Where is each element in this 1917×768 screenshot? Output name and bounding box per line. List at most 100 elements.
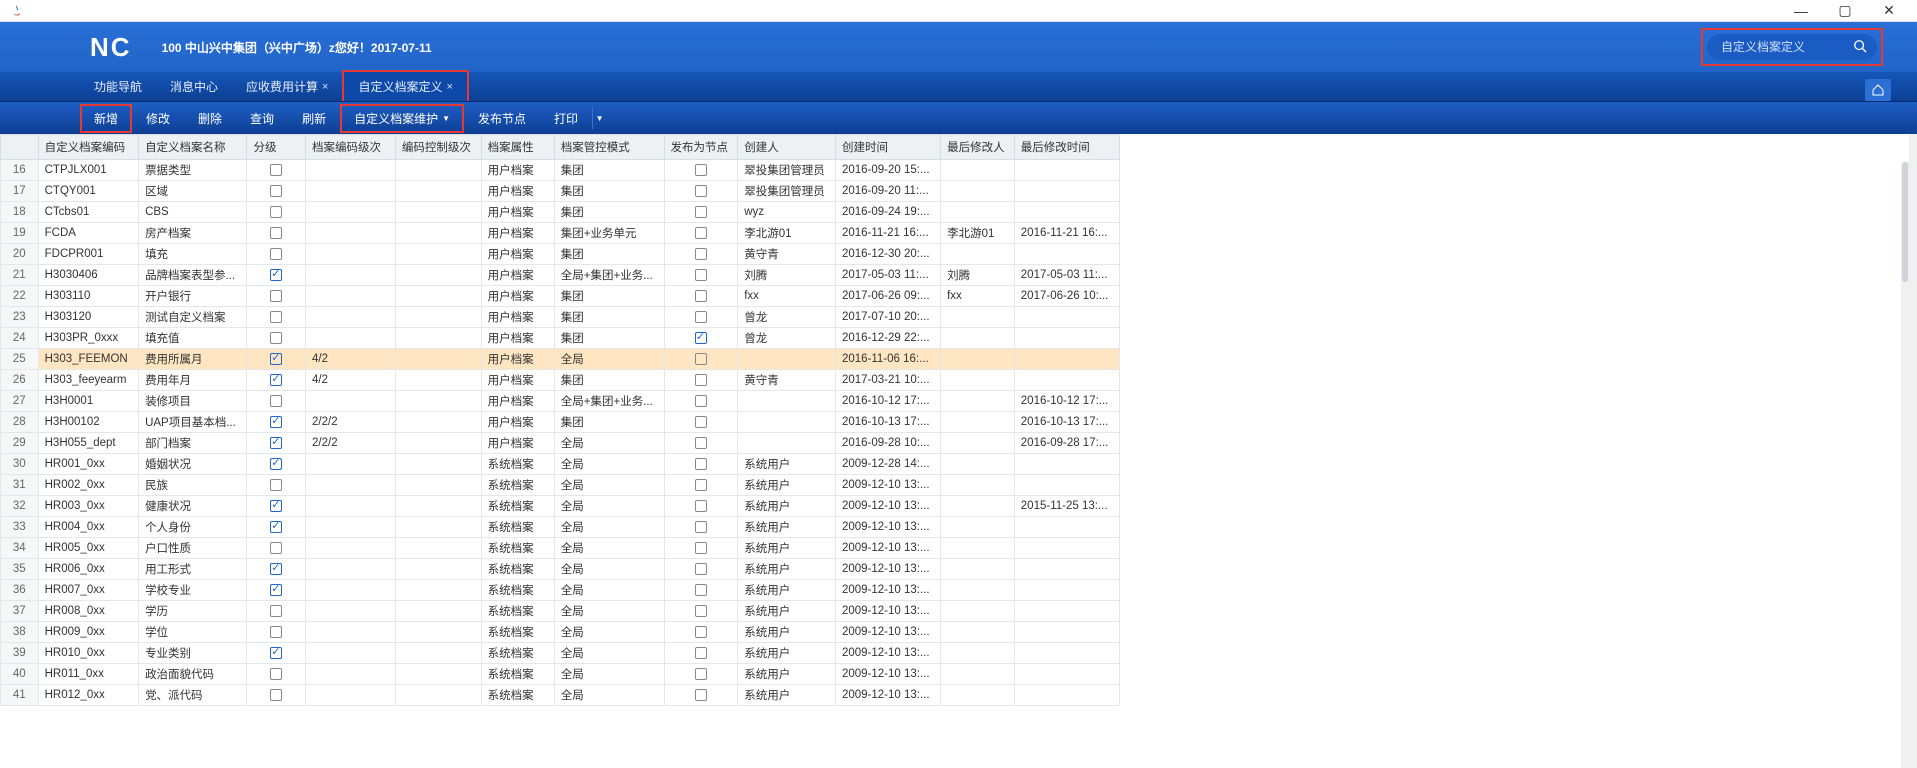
table-row[interactable]: 36HR007_0xx学校专业系统档案全局系统用户2009-12-10 13:.… bbox=[1, 580, 1120, 601]
toolbar-btn-1[interactable]: 修改 bbox=[132, 104, 184, 133]
table-row[interactable]: 30HR001_0xx婚姻状况系统档案全局系统用户2009-12-28 14:.… bbox=[1, 454, 1120, 475]
checkbox[interactable] bbox=[695, 185, 707, 197]
checkbox[interactable] bbox=[695, 416, 707, 428]
toolbar-btn-7[interactable]: 打印 bbox=[540, 104, 592, 133]
home-button[interactable] bbox=[1865, 79, 1891, 101]
checkbox[interactable] bbox=[695, 374, 707, 386]
checkbox[interactable] bbox=[695, 626, 707, 638]
column-header[interactable]: 档案属性 bbox=[481, 135, 554, 160]
checkbox[interactable] bbox=[270, 206, 282, 218]
table-row[interactable]: 33HR004_0xx个人身份系统档案全局系统用户2009-12-10 13:.… bbox=[1, 517, 1120, 538]
table-row[interactable]: 35HR006_0xx用工形式系统档案全局系统用户2009-12-10 13:.… bbox=[1, 559, 1120, 580]
table-row[interactable]: 21H3030406品牌档案表型参...用户档案全局+集团+业务...刘腾201… bbox=[1, 265, 1120, 286]
window-minimize-button[interactable]: — bbox=[1779, 0, 1823, 22]
table-row[interactable]: 18CTcbs01CBS用户档案集团wyz2016-09-24 19:... bbox=[1, 202, 1120, 223]
nav-tab-2[interactable]: 应收费用计算× bbox=[232, 72, 342, 101]
checkbox[interactable] bbox=[270, 521, 282, 533]
column-header[interactable]: 最后修改时间 bbox=[1014, 135, 1119, 160]
nav-tab-0[interactable]: 功能导航 bbox=[80, 72, 156, 101]
checkbox[interactable] bbox=[270, 353, 282, 365]
toolbar-btn-2[interactable]: 删除 bbox=[184, 104, 236, 133]
checkbox[interactable] bbox=[695, 353, 707, 365]
checkbox[interactable] bbox=[270, 164, 282, 176]
checkbox[interactable] bbox=[695, 437, 707, 449]
checkbox[interactable] bbox=[695, 500, 707, 512]
column-header[interactable]: 自定义档案名称 bbox=[139, 135, 247, 160]
table-row[interactable]: 41HR012_0xx党、派代码系统档案全局系统用户2009-12-10 13:… bbox=[1, 685, 1120, 706]
window-close-button[interactable]: ✕ bbox=[1867, 0, 1911, 22]
checkbox[interactable] bbox=[695, 290, 707, 302]
checkbox[interactable] bbox=[695, 647, 707, 659]
checkbox[interactable] bbox=[695, 248, 707, 260]
table-row[interactable]: 27H3H0001装修项目用户档案全局+集团+业务...2016-10-12 1… bbox=[1, 391, 1120, 412]
window-maximize-button[interactable]: ▢ bbox=[1823, 0, 1867, 22]
nav-tab-1[interactable]: 消息中心 bbox=[156, 72, 232, 101]
scrollbar-thumb[interactable] bbox=[1902, 162, 1908, 282]
table-row[interactable]: 20FDCPR001填充用户档案集团黄守青2016-12-30 20:... bbox=[1, 244, 1120, 265]
table-row[interactable]: 37HR008_0xx学历系统档案全局系统用户2009-12-10 13:... bbox=[1, 601, 1120, 622]
search-icon[interactable] bbox=[1853, 39, 1867, 56]
checkbox[interactable] bbox=[695, 311, 707, 323]
checkbox[interactable] bbox=[695, 521, 707, 533]
table-row[interactable]: 29H3H055_dept部门档案2/2/2用户档案全局2016-09-28 1… bbox=[1, 433, 1120, 454]
checkbox[interactable] bbox=[270, 269, 282, 281]
checkbox[interactable] bbox=[270, 605, 282, 617]
checkbox[interactable] bbox=[695, 689, 707, 701]
checkbox[interactable] bbox=[695, 668, 707, 680]
grid-container[interactable]: 自定义档案编码自定义档案名称分级档案编码级次编码控制级次档案属性档案管控模式发布… bbox=[0, 134, 1917, 768]
checkbox[interactable] bbox=[270, 332, 282, 344]
checkbox[interactable] bbox=[270, 689, 282, 701]
column-header[interactable]: 自定义档案编码 bbox=[38, 135, 138, 160]
table-row[interactable]: 16CTPJLX001票据类型用户档案集团翠投集团管理员2016-09-20 1… bbox=[1, 160, 1120, 181]
checkbox[interactable] bbox=[695, 332, 707, 344]
search-input[interactable] bbox=[1707, 34, 1877, 60]
toolbar-btn-5[interactable]: 自定义档案维护▼ bbox=[340, 104, 464, 133]
table-row[interactable]: 25H303_FEEMON费用所属月4/2用户档案全局2016-11-06 16… bbox=[1, 349, 1120, 370]
checkbox[interactable] bbox=[270, 458, 282, 470]
tab-close-icon[interactable]: × bbox=[447, 81, 453, 93]
checkbox[interactable] bbox=[270, 479, 282, 491]
checkbox[interactable] bbox=[270, 185, 282, 197]
checkbox[interactable] bbox=[695, 269, 707, 281]
checkbox[interactable] bbox=[270, 248, 282, 260]
checkbox[interactable] bbox=[270, 374, 282, 386]
checkbox[interactable] bbox=[270, 416, 282, 428]
column-header[interactable]: 分级 bbox=[247, 135, 306, 160]
table-row[interactable]: 34HR005_0xx户口性质系统档案全局系统用户2009-12-10 13:.… bbox=[1, 538, 1120, 559]
table-row[interactable]: 19FCDA房产档案用户档案集团+业务单元李北游012016-11-21 16:… bbox=[1, 223, 1120, 244]
checkbox[interactable] bbox=[695, 227, 707, 239]
toolbar-btn-4[interactable]: 刷新 bbox=[288, 104, 340, 133]
checkbox[interactable] bbox=[270, 395, 282, 407]
checkbox[interactable] bbox=[270, 437, 282, 449]
checkbox[interactable] bbox=[270, 290, 282, 302]
checkbox[interactable] bbox=[695, 395, 707, 407]
table-row[interactable]: 31HR002_0xx民族系统档案全局系统用户2009-12-10 13:... bbox=[1, 475, 1120, 496]
checkbox[interactable] bbox=[270, 668, 282, 680]
column-header[interactable]: 档案管控模式 bbox=[554, 135, 664, 160]
table-row[interactable]: 40HR011_0xx政治面貌代码系统档案全局系统用户2009-12-10 13… bbox=[1, 664, 1120, 685]
table-row[interactable]: 32HR003_0xx健康状况系统档案全局系统用户2009-12-10 13:.… bbox=[1, 496, 1120, 517]
table-row[interactable]: 22H303110开户银行用户档案集团fxx2017-06-26 09:...f… bbox=[1, 286, 1120, 307]
checkbox[interactable] bbox=[270, 647, 282, 659]
checkbox[interactable] bbox=[270, 563, 282, 575]
checkbox[interactable] bbox=[695, 542, 707, 554]
tab-close-icon[interactable]: × bbox=[322, 81, 328, 93]
split-dropdown-icon[interactable]: ▼ bbox=[592, 107, 606, 129]
checkbox[interactable] bbox=[270, 542, 282, 554]
toolbar-btn-3[interactable]: 查询 bbox=[236, 104, 288, 133]
checkbox[interactable] bbox=[270, 626, 282, 638]
checkbox[interactable] bbox=[695, 164, 707, 176]
vertical-scrollbar[interactable] bbox=[1901, 162, 1909, 768]
column-header[interactable]: 创建时间 bbox=[835, 135, 940, 160]
column-header[interactable]: 编码控制级次 bbox=[395, 135, 481, 160]
checkbox[interactable] bbox=[695, 458, 707, 470]
column-header[interactable]: 档案编码级次 bbox=[306, 135, 396, 160]
column-header[interactable] bbox=[1, 135, 39, 160]
nav-tab-3[interactable]: 自定义档案定义× bbox=[342, 70, 468, 101]
toolbar-btn-6[interactable]: 发布节点 bbox=[464, 104, 540, 133]
table-row[interactable]: 23H303120测试自定义档案用户档案集团曾龙2017-07-10 20:..… bbox=[1, 307, 1120, 328]
table-row[interactable]: 17CTQY001区域用户档案集团翠投集团管理员2016-09-20 11:..… bbox=[1, 181, 1120, 202]
column-header[interactable]: 创建人 bbox=[738, 135, 836, 160]
checkbox[interactable] bbox=[695, 563, 707, 575]
checkbox[interactable] bbox=[270, 311, 282, 323]
